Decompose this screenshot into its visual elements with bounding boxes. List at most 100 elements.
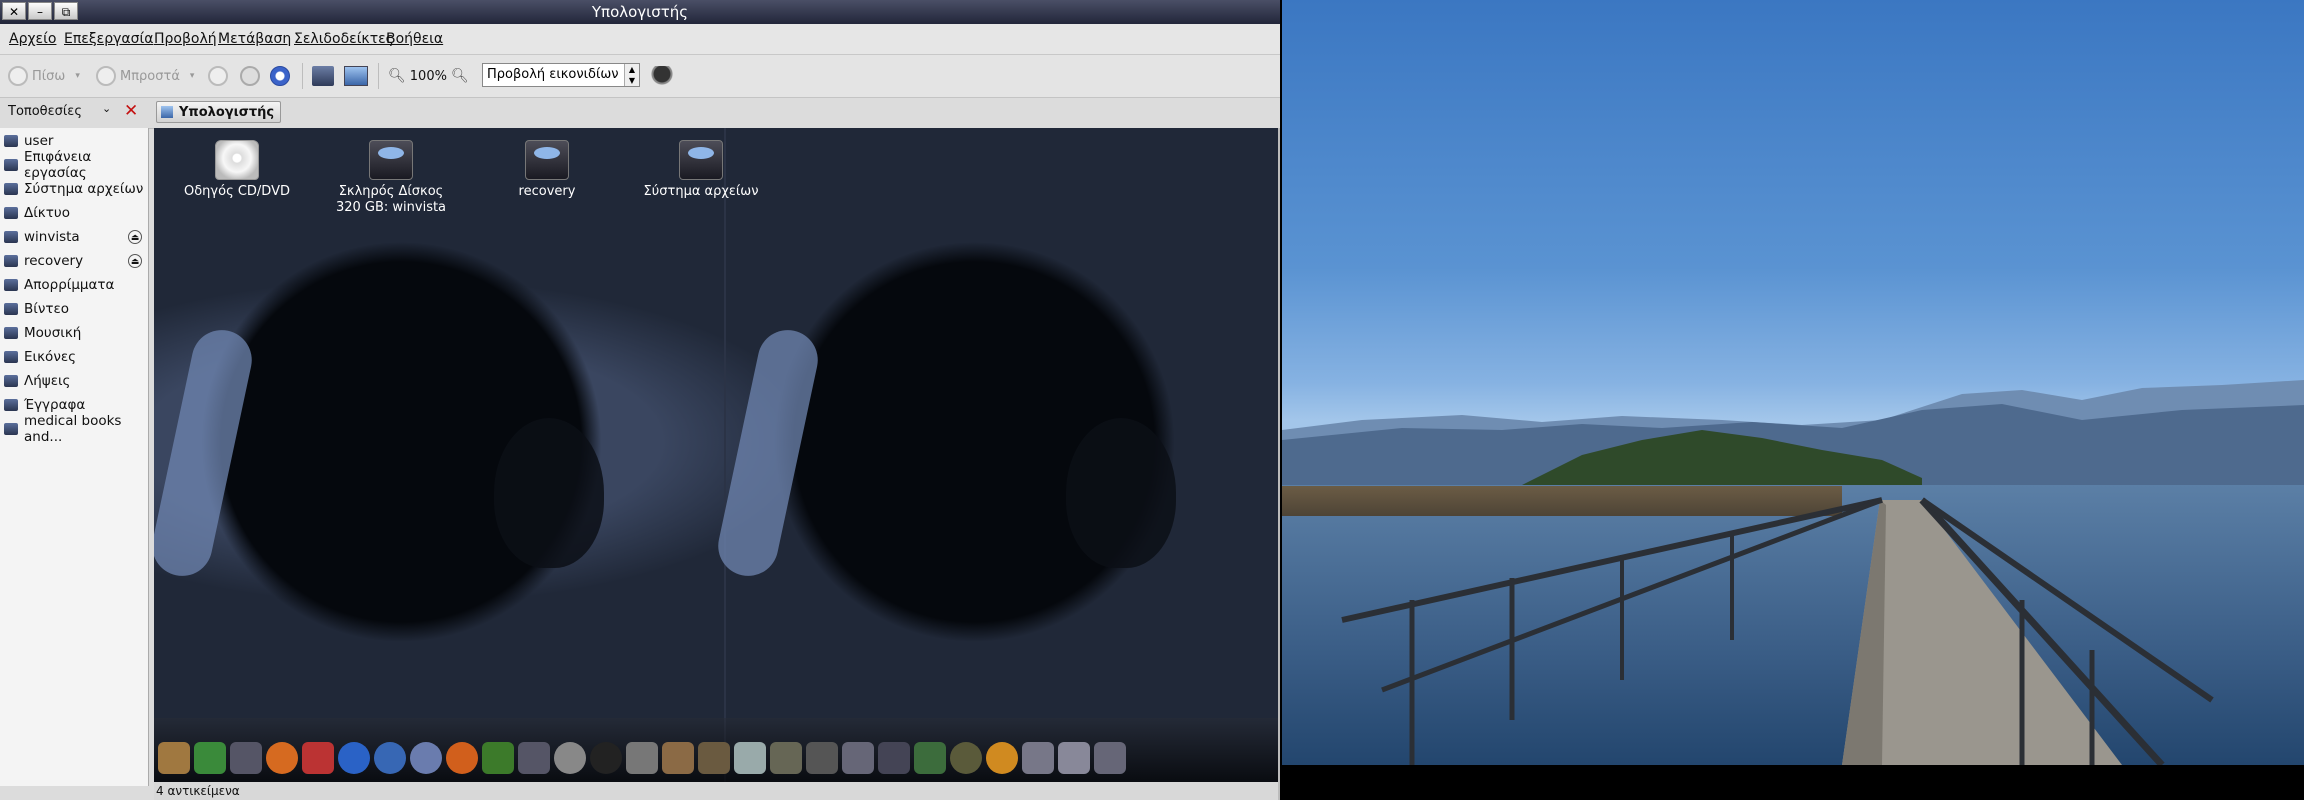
dock-reflection [154, 718, 1278, 782]
app-icon [842, 742, 874, 774]
app-icon [1094, 742, 1126, 774]
app-icon [518, 742, 550, 774]
folder-icon [4, 423, 18, 435]
nvidia-icon [482, 742, 514, 774]
penguin-watermark-icon [1066, 418, 1176, 568]
forward-button[interactable]: Μπροστά ▾ [96, 64, 194, 88]
places-sidebar: user Επιφάνεια εργασίας Σύστημα αρχείων … [0, 128, 149, 786]
sidebar-item-filesystem[interactable]: Σύστημα αρχείων [0, 178, 148, 200]
app-icon [626, 742, 658, 774]
menu-go[interactable]: Μετάβαση [218, 31, 291, 47]
app-icon [1058, 742, 1090, 774]
content-icon-filesystem[interactable]: Σύστημα αρχείων [636, 140, 766, 200]
sidebar-item-label: medical books and... [24, 413, 122, 445]
location-bar: Τοποθεσίες ⌄ ✕ Υπολογιστής [0, 98, 1280, 129]
back-button[interactable]: Πίσω ▾ [8, 64, 80, 88]
app-icon [302, 742, 334, 774]
hard-disk-icon [369, 140, 413, 180]
home-button[interactable] [312, 64, 334, 88]
folder-icon [4, 327, 18, 339]
sidebar-item-videos[interactable]: Βίντεο [0, 298, 148, 320]
desktop-icon [4, 159, 18, 171]
folder-icon [4, 375, 18, 387]
sidebar-item-label: Έγγραφα [24, 397, 86, 413]
sidebar-item-medical-books[interactable]: medical books and... [0, 413, 148, 445]
file-manager-window: ✕ – ⧉ Υπολογιστής Αρχείο Επεξεργασία Προ… [0, 0, 1280, 800]
trash-icon [4, 279, 18, 291]
pier [1341, 497, 2214, 765]
current-location-label: Υπολογιστής [179, 105, 275, 120]
background-divider [724, 128, 726, 782]
sidebar-item-network[interactable]: Δίκτυο [0, 202, 148, 224]
camera-icon [806, 742, 838, 774]
window-title: Υπολογιστής [591, 3, 689, 21]
sidebar-item-winvista[interactable]: winvista ⏏ [0, 226, 148, 248]
book-icon [698, 742, 730, 774]
chevron-down-icon[interactable]: ▾ [75, 71, 80, 81]
sidebar-item-label: user [24, 133, 54, 149]
toolbar: Πίσω ▾ Μπροστά ▾ 🔍︎ 100% 🔍︎ Προβολή εικο… [0, 55, 1280, 98]
menu-view[interactable]: Προβολή [154, 31, 217, 47]
app-icon [1022, 742, 1054, 774]
chevron-down-icon[interactable]: ⌄ [102, 102, 111, 115]
menu-edit[interactable]: Επεξεργασία [64, 31, 153, 47]
chevron-down-icon[interactable]: ▾ [190, 71, 195, 81]
sidebar-item-trash[interactable]: Απορρίμματα [0, 274, 148, 296]
zoom-out-icon[interactable]: 🔍︎ [388, 68, 406, 84]
status-text: 4 αντικείμενα [156, 784, 240, 798]
hard-disk-icon [679, 140, 723, 180]
sidebar-item-music[interactable]: Μουσική [0, 322, 148, 344]
path-button-computer[interactable]: Υπολογιστής [156, 101, 282, 123]
compass-icon [986, 742, 1018, 774]
folder-icon [4, 399, 18, 411]
sidebar-item-label: Απορρίμματα [24, 277, 115, 293]
view-mode-value: Προβολή εικονιδίων [487, 67, 619, 82]
terminal-icon [230, 742, 262, 774]
zoom-level[interactable]: 100% [410, 69, 447, 84]
up-button[interactable] [208, 64, 228, 88]
sidebar-item-label: Βίντεο [24, 301, 70, 317]
up-arrow-icon [208, 66, 228, 86]
sidebar-item-label: Μουσική [24, 325, 82, 341]
sidebar-item-pictures[interactable]: Εικόνες [0, 346, 148, 368]
reload-button[interactable] [270, 64, 290, 88]
zoom-in-icon[interactable]: 🔍︎ [451, 68, 469, 84]
status-bar: 4 αντικείμενα [154, 782, 1278, 800]
hard-disk-icon [525, 140, 569, 180]
icon-label: Σύστημα αρχείων [643, 184, 759, 199]
menu-help[interactable]: Βοήθεια [386, 31, 443, 47]
content-icon-cd-drive[interactable]: Οδηγός CD/DVD [172, 140, 302, 200]
places-dropdown-label[interactable]: Τοποθεσίες [8, 104, 82, 119]
sidebar-item-desktop[interactable]: Επιφάνεια εργασίας [0, 149, 148, 181]
hard-disk-icon [4, 231, 18, 243]
content-icon-winvista[interactable]: Σκληρός Δίσκος 320 GB: winvista [326, 140, 456, 216]
sidebar-item-label: winvista [24, 229, 80, 245]
menu-file[interactable]: Αρχείο [9, 31, 56, 47]
close-sidebar-icon[interactable]: ✕ [124, 101, 138, 121]
sidebar-item-label: recovery [24, 253, 84, 269]
computer-icon [344, 66, 368, 86]
icon-label: recovery [518, 184, 576, 199]
app-icon [194, 742, 226, 774]
sidebar-item-downloads[interactable]: Λήψεις [0, 370, 148, 392]
content-icon-recovery[interactable]: recovery [482, 140, 612, 200]
zoom-controls: 🔍︎ 100% 🔍︎ [388, 64, 469, 88]
screen-bottom-strip [1282, 765, 2304, 800]
stop-icon [240, 66, 260, 86]
eject-icon[interactable]: ⏏ [128, 230, 142, 244]
sidebar-item-label: Δίκτυο [24, 205, 70, 221]
eject-icon[interactable]: ⏏ [128, 254, 142, 268]
stop-button[interactable] [240, 64, 260, 88]
cd-drive-icon [215, 140, 259, 180]
spinner-icon [650, 66, 674, 86]
sidebar-item-recovery[interactable]: recovery ⏏ [0, 250, 148, 272]
network-icon [4, 207, 18, 219]
view-mode-select[interactable]: Προβολή εικονιδίων ▲ ▼ [482, 63, 640, 87]
globe-icon [374, 742, 406, 774]
app-icon [950, 742, 982, 774]
computer-button[interactable] [344, 64, 368, 88]
menu-bookmarks[interactable]: Σελιδοδείκτες [294, 31, 394, 47]
forward-arrow-icon [96, 66, 116, 86]
icon-view[interactable]: Οδηγός CD/DVD Σκληρός Δίσκος 320 GB: win… [154, 128, 1278, 782]
menu-bar: Αρχείο Επεξεργασία Προβολή Μετάβαση Σελι… [0, 24, 1280, 55]
